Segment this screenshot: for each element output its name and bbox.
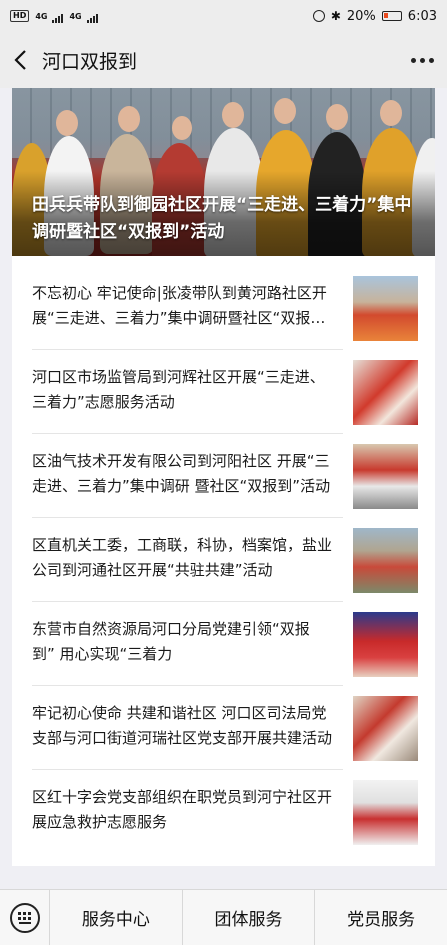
list-item-title: 区直机关工委，工商联，科协，档案馆，盐业公司到河通社区开展“共驻共建”活动 — [32, 536, 332, 579]
alarm-icon — [312, 10, 325, 22]
menu-service-center[interactable]: 服务中心 — [50, 889, 183, 945]
list-item-thumbnail — [353, 360, 418, 425]
list-item[interactable]: 区红十字会党支部组织在职党员到河宁社区开展应急救护志愿服务 — [12, 770, 435, 854]
hero-article[interactable]: 田兵兵带队到御园社区开展“三走进、三着力”集中调研暨社区“双报到”活动 — [12, 88, 435, 256]
keyboard-icon — [9, 902, 40, 933]
chevron-left-icon — [14, 50, 26, 70]
hero-figure-head — [274, 98, 296, 124]
more-dot-icon — [410, 57, 416, 63]
hero-figure-head — [326, 104, 348, 130]
list-item-thumbnail — [353, 444, 418, 509]
keyboard-toggle-button[interactable] — [0, 889, 50, 945]
page-title: 河口双报到 — [42, 50, 138, 73]
more-dot-icon — [428, 57, 434, 63]
list-item-thumbnail — [353, 528, 418, 593]
article-card: 田兵兵带队到御园社区开展“三走进、三着力”集中调研暨社区“双报到”活动 不忘初心… — [12, 88, 435, 866]
battery-icon — [381, 11, 402, 21]
signal-icon-2: 4G — [69, 12, 98, 23]
list-item-title: 区红十字会党支部组织在职党员到河宁社区开展应急救护志愿服务 — [32, 788, 332, 831]
hero-figure-head — [380, 100, 402, 126]
list-item[interactable]: 区油气技术开发有限公司到河阳社区 开展“三走进、三着力”集中调研 暨社区“双报到… — [12, 434, 435, 518]
list-item-thumbnail — [353, 780, 418, 845]
hd-badge: HD — [10, 10, 30, 22]
list-item-title: 牢记初心使命 共建和谐社区 河口区司法局党支部与河口街道河瑞社区党支部开展共建活… — [32, 704, 332, 747]
hero-figure-head — [222, 102, 244, 128]
hero-figure-head — [56, 110, 78, 136]
list-item[interactable]: 东营市自然资源局河口分局党建引领“双报到” 用心实现“三着力 — [12, 602, 435, 686]
list-item[interactable]: 牢记初心使命 共建和谐社区 河口区司法局党支部与河口街道河瑞社区党支部开展共建活… — [12, 686, 435, 770]
list-item-title: 河口区市场监管局到河辉社区开展“三走进、三着力”志愿服务活动 — [32, 368, 325, 411]
signal-icon-1: 4G — [35, 12, 64, 23]
list-item[interactable]: 区直机关工委，工商联，科协，档案馆，盐业公司到河通社区开展“共驻共建”活动 — [12, 518, 435, 602]
list-item-title: 区油气技术开发有限公司到河阳社区 开展“三走进、三着力”集中调研 暨社区“双报到… — [32, 452, 331, 495]
more-button[interactable] — [397, 32, 447, 88]
more-dot-icon — [419, 57, 425, 63]
list-item[interactable]: 河口区市场监管局到河辉社区开展“三走进、三着力”志愿服务活动 — [12, 350, 435, 434]
list-item-thumbnail — [353, 696, 418, 761]
hero-figure-head — [118, 106, 140, 132]
hero-figure-head — [172, 116, 192, 140]
back-button[interactable] — [0, 32, 40, 88]
hero-title: 田兵兵带队到御园社区开展“三走进、三着力”集中调研暨社区“双报到”活动 — [32, 195, 412, 242]
list-item-title: 不忘初心 牢记使命|张凌带队到黄河路社区开展“三走进、三着力”集中调研暨社区“双… — [32, 284, 327, 327]
status-bar: HD 4G 4G ✱ 20% 6:03 — [0, 0, 447, 32]
bottom-menu: 服务中心 团体服务 党员服务 — [0, 889, 447, 945]
list-item-thumbnail — [353, 612, 418, 677]
list-item[interactable]: 不忘初心 牢记使命|张凌带队到黄河路社区开展“三走进、三着力”集中调研暨社区“双… — [12, 266, 435, 350]
title-bar: 河口双报到 — [0, 32, 447, 88]
clock: 6:03 — [407, 8, 437, 24]
menu-member-service[interactable]: 党员服务 — [315, 890, 447, 945]
list-item-thumbnail — [353, 276, 418, 341]
list-item-title: 东营市自然资源局河口分局党建引领“双报到” 用心实现“三着力 — [32, 620, 310, 663]
menu-group-service[interactable]: 团体服务 — [183, 889, 316, 945]
bluetooth-icon: ✱ — [330, 9, 341, 23]
battery-percent: 20% — [346, 8, 376, 24]
